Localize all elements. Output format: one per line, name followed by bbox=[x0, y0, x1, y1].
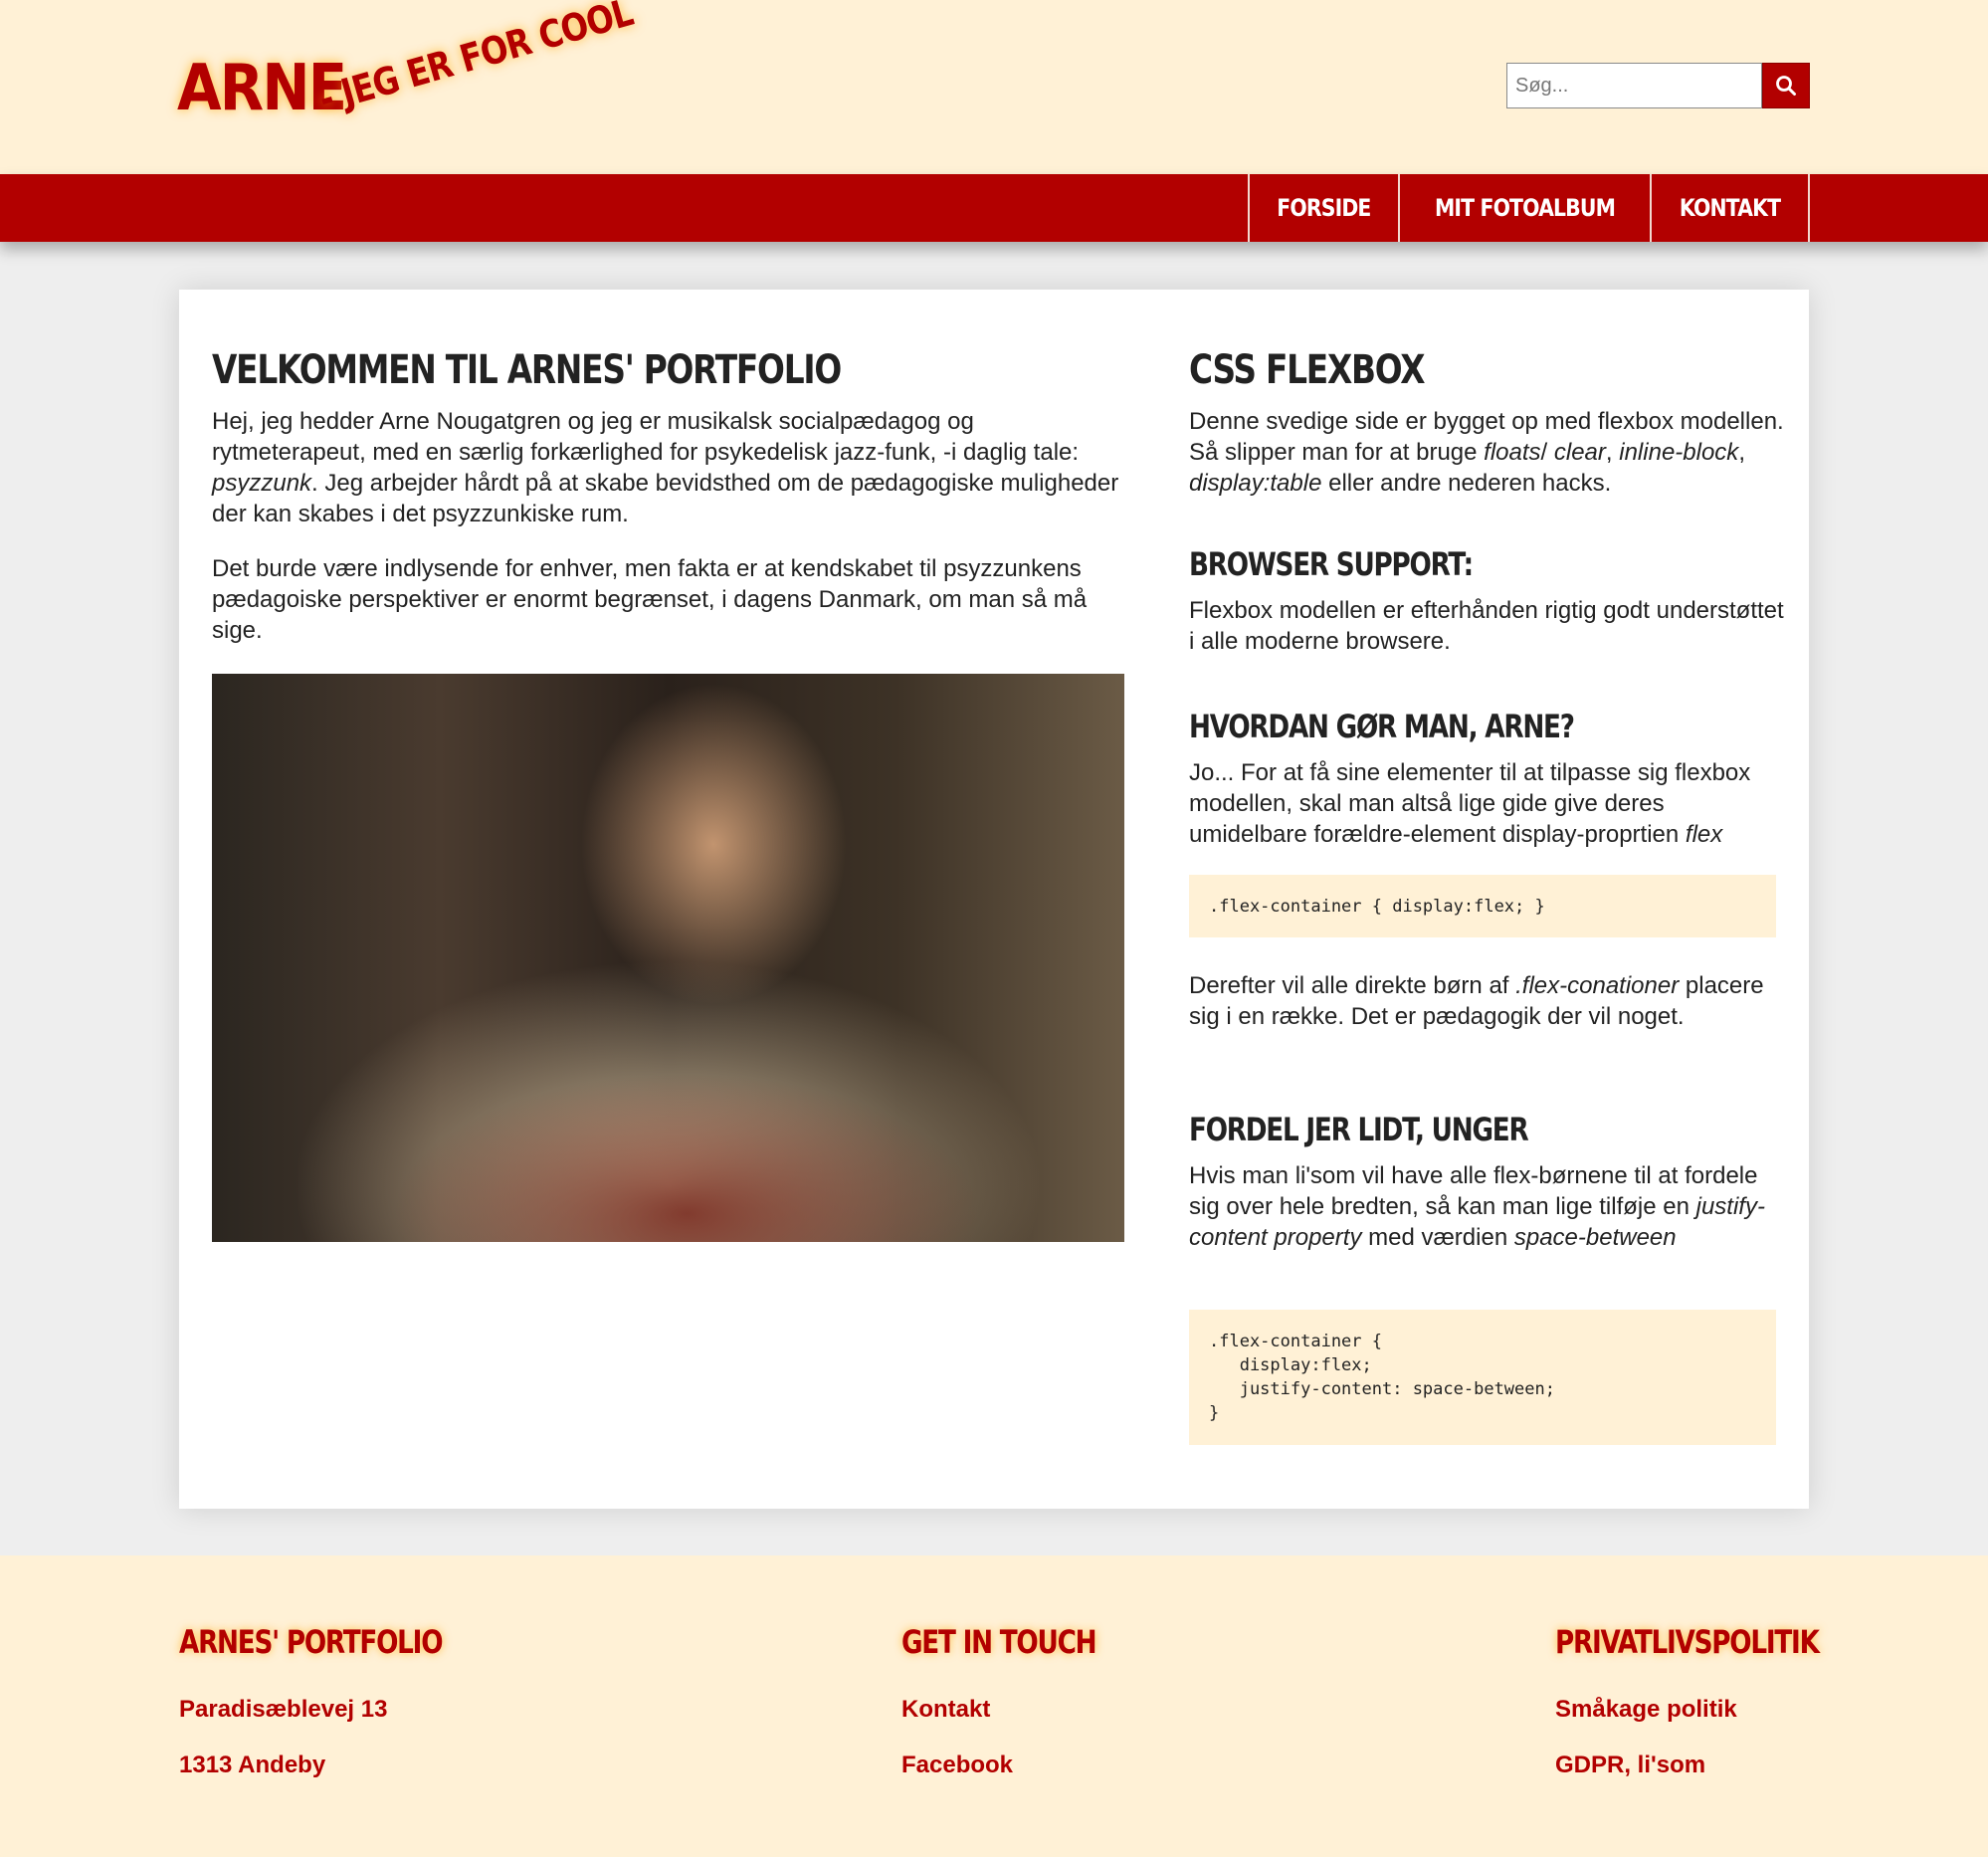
after-text: Derefter vil alle direkte børn af .flex-… bbox=[1189, 972, 1764, 1030]
footer-address-street: Paradisæblevej 13 bbox=[179, 1696, 388, 1723]
site-footer: ARNES' PORTFOLIO Paradisæblevej 13 1313 … bbox=[0, 1555, 1988, 1857]
site-tagline: - JEG ER FOR COOL bbox=[313, 0, 638, 122]
nav-item-fotoalbum[interactable]: MIT FOTOALBUM bbox=[1397, 174, 1650, 242]
footer-link-cookie-policy[interactable]: Småkage politik bbox=[1555, 1696, 1737, 1724]
footer-column-privacy: PRIVATLIVSPOLITIK Småkage politik GDPR, … bbox=[1555, 1623, 1877, 1778]
distribute-text: Hvis man li'som vil have alle flex-børne… bbox=[1189, 1162, 1765, 1251]
how-title: HVORDAN GØR MAN, ARNE? bbox=[1189, 708, 1575, 745]
nav-item-label: FORSIDE bbox=[1277, 194, 1371, 222]
how-text: Jo... For at få sine elementer til at ti… bbox=[1189, 759, 1751, 848]
code-block-space-between: .flex-container { display:flex; justify-… bbox=[1189, 1310, 1776, 1445]
footer-heading: PRIVATLIVSPOLITIK bbox=[1555, 1623, 1820, 1661]
arne-photo bbox=[212, 674, 1124, 1242]
footer-column-contact: GET IN TOUCH Kontakt Facebook bbox=[901, 1623, 1138, 1778]
search-icon bbox=[1776, 76, 1796, 96]
footer-link-gdpr[interactable]: GDPR, li'som bbox=[1555, 1752, 1705, 1779]
footer-heading: GET IN TOUCH bbox=[901, 1623, 1097, 1661]
footer-address-city: 1313 Andeby bbox=[179, 1752, 326, 1778]
flexbox-title: CSS FLEXBOX bbox=[1189, 347, 1426, 393]
nav-item-label: MIT FOTOALBUM bbox=[1434, 194, 1616, 222]
nav-item-label: KONTAKT bbox=[1679, 194, 1781, 222]
support-title: BROWSER SUPPORT: bbox=[1189, 545, 1474, 583]
intro-paragraph: Hej, jeg hedder Arne Nougatgren og jeg e… bbox=[212, 408, 1119, 527]
distribute-title: FORDEL JER LIDT, UNGER bbox=[1189, 1111, 1529, 1148]
site-header: ARNE - JEG ER FOR COOL bbox=[0, 0, 1988, 174]
page-title: VELKOMMEN TIL ARNES' PORTFOLIO bbox=[212, 347, 842, 393]
footer-link-facebook[interactable]: Facebook bbox=[901, 1752, 1013, 1779]
search-button[interactable] bbox=[1762, 63, 1810, 108]
support-text: Flexbox modellen er efterhånden rigtig g… bbox=[1189, 597, 1784, 655]
code-block-display-flex: .flex-container { display:flex; } bbox=[1189, 875, 1776, 937]
second-paragraph: Det burde være indlysende for enhver, me… bbox=[212, 555, 1088, 644]
footer-column-portfolio: ARNES' PORTFOLIO Paradisæblevej 13 1313 … bbox=[179, 1623, 499, 1778]
search-input[interactable] bbox=[1506, 63, 1762, 108]
nav-item-kontakt[interactable]: KONTAKT bbox=[1649, 174, 1810, 242]
content-card: VELKOMMEN TIL ARNES' PORTFOLIO Hej, jeg … bbox=[179, 290, 1809, 1509]
nav-item-forside[interactable]: FORSIDE bbox=[1248, 174, 1398, 242]
flexbox-intro: Denne svedige side er bygget op med flex… bbox=[1189, 408, 1784, 497]
main-navigation: FORSIDE MIT FOTOALBUM KONTAKT bbox=[0, 174, 1988, 242]
nav-links: FORSIDE MIT FOTOALBUM KONTAKT bbox=[1248, 174, 1810, 242]
footer-link-kontakt[interactable]: Kontakt bbox=[901, 1696, 990, 1724]
footer-heading: ARNES' PORTFOLIO bbox=[179, 1623, 444, 1661]
